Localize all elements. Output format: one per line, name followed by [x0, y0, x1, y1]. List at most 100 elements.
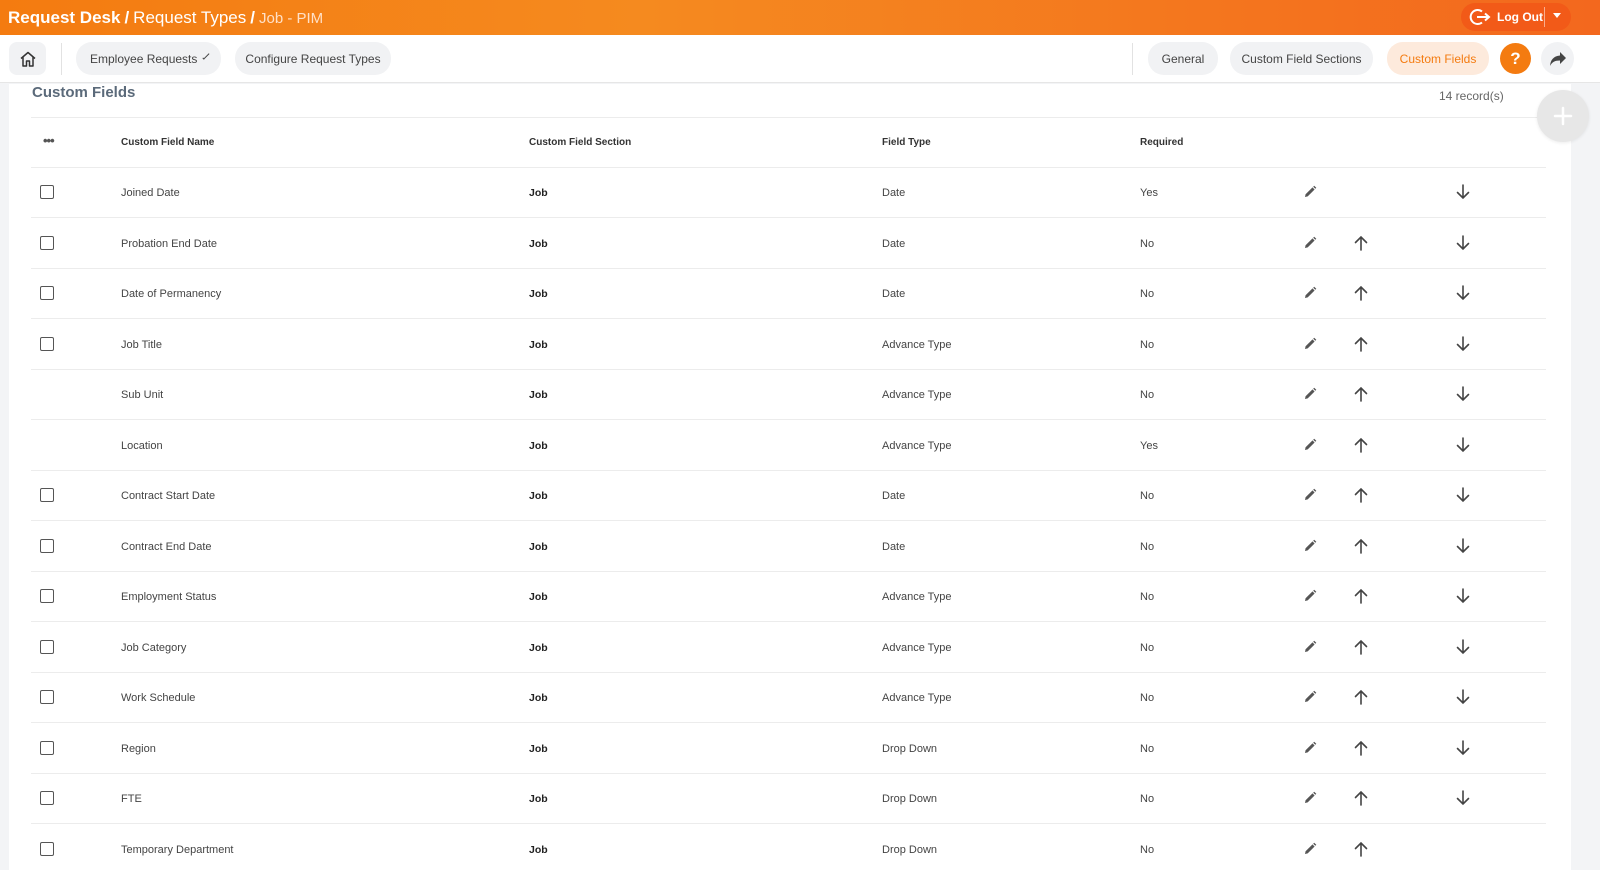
- pencil-icon[interactable]: [1300, 485, 1320, 505]
- table-row[interactable]: FTE Job Drop Down No: [31, 774, 1546, 824]
- arrow-up-icon[interactable]: [1351, 839, 1371, 859]
- row-checkbox[interactable]: [40, 841, 54, 856]
- logout-button[interactable]: Log Out: [1461, 3, 1571, 31]
- tab-custom-fields[interactable]: Custom Fields: [1387, 42, 1489, 75]
- cell-field-name: Joined Date: [121, 187, 180, 199]
- pencil-icon[interactable]: [1300, 435, 1320, 455]
- arrow-up-icon[interactable]: [1351, 536, 1371, 556]
- table-row[interactable]: Job Category Job Advance Type No: [31, 623, 1546, 673]
- arrow-down-icon[interactable]: [1453, 637, 1473, 657]
- pencil-icon[interactable]: [1300, 536, 1320, 556]
- arrow-up-icon[interactable]: [1351, 334, 1371, 354]
- table-row[interactable]: Sub Unit Job Advance Type No: [31, 370, 1546, 420]
- arrow-up-icon[interactable]: [1351, 687, 1371, 707]
- pencil-icon[interactable]: [1300, 839, 1320, 859]
- cell-required: No: [1140, 793, 1155, 805]
- table-row[interactable]: Job Title Job Advance Type No: [31, 320, 1546, 370]
- table-row[interactable]: Employment Status Job Advance Type No: [31, 572, 1546, 622]
- arrow-up-icon[interactable]: [1351, 233, 1371, 253]
- arrow-down-icon[interactable]: [1453, 283, 1473, 303]
- arrow-up-icon[interactable]: [1351, 586, 1371, 606]
- cell-field-name: Temporary Department: [121, 843, 234, 856]
- row-checkbox[interactable]: [40, 286, 54, 300]
- arrow-down-icon[interactable]: [1453, 586, 1473, 606]
- cell-field-type: Date: [882, 540, 906, 553]
- arrow-down-icon[interactable]: [1453, 485, 1473, 505]
- arrow-down-icon[interactable]: [1453, 233, 1473, 253]
- arrow-up-icon[interactable]: [1351, 788, 1371, 808]
- help-button[interactable]: ?: [1500, 43, 1531, 74]
- pencil-icon[interactable]: [1300, 738, 1320, 758]
- tab-general[interactable]: General: [1148, 42, 1218, 75]
- cell-field-type: Advance Type: [882, 439, 952, 452]
- table-row[interactable]: Location Job Advance Type Yes: [31, 421, 1546, 471]
- arrow-down-icon[interactable]: [1453, 738, 1473, 758]
- pencil-icon[interactable]: [1300, 334, 1320, 354]
- pencil-icon[interactable]: [1300, 233, 1320, 253]
- table-row[interactable]: Joined Date Job Date Yes: [31, 168, 1546, 218]
- breadcrumb-separator: /: [250, 7, 255, 27]
- record-count: 14 record(s): [1439, 89, 1504, 103]
- home-icon: [20, 51, 35, 67]
- arrow-down-icon[interactable]: [1453, 334, 1473, 354]
- pencil-icon[interactable]: [1300, 788, 1320, 808]
- row-checkbox[interactable]: [40, 740, 54, 755]
- pencil-icon[interactable]: [1300, 687, 1320, 707]
- cell-field-name: Region: [121, 742, 156, 755]
- row-checkbox[interactable]: [40, 589, 54, 603]
- cell-required: No: [1140, 742, 1155, 755]
- pencil-icon[interactable]: [1300, 182, 1320, 202]
- arrow-down-icon[interactable]: [1453, 384, 1473, 404]
- cell-field-type: Advance Type: [882, 389, 952, 401]
- arrow-up-icon[interactable]: [1351, 637, 1371, 657]
- plus-icon: [1553, 106, 1573, 126]
- row-checkbox[interactable]: [40, 235, 54, 250]
- row-checkbox[interactable]: [40, 791, 54, 805]
- table-row[interactable]: Work Schedule Job Advance Type No: [31, 673, 1546, 723]
- employee-requests-menu[interactable]: Employee Requests: [76, 42, 221, 75]
- table-row[interactable]: Contract End Date Job Date No: [31, 522, 1546, 572]
- breadcrumb-request-types[interactable]: Request Types: [133, 8, 246, 27]
- pencil-icon[interactable]: [1300, 637, 1320, 657]
- cell-field-name: Contract Start Date: [121, 490, 216, 502]
- table-row[interactable]: Probation End Date Job Date No: [31, 219, 1546, 269]
- row-checkbox[interactable]: [40, 639, 54, 654]
- arrow-up-icon[interactable]: [1351, 384, 1371, 404]
- configure-request-types-button[interactable]: Configure Request Types: [235, 42, 391, 75]
- arrow-down-icon[interactable]: [1453, 687, 1473, 707]
- table-row[interactable]: Date of Permanency Job Date No: [31, 269, 1546, 319]
- cell-field-section: Job: [529, 641, 548, 654]
- caret-down-icon[interactable]: [1553, 13, 1561, 18]
- row-checkbox[interactable]: [40, 690, 54, 704]
- pencil-icon[interactable]: [1300, 384, 1320, 404]
- arrow-up-icon[interactable]: [1351, 485, 1371, 505]
- pencil-icon[interactable]: [1300, 586, 1320, 606]
- arrow-down-icon[interactable]: [1453, 788, 1473, 808]
- table-row[interactable]: Temporary Department Job Drop Down No: [31, 825, 1546, 870]
- tab-custom-fields-label: Custom Fields: [1399, 51, 1477, 66]
- cell-field-section: Job: [529, 793, 548, 805]
- arrow-down-icon[interactable]: [1453, 182, 1473, 202]
- share-button[interactable]: [1541, 42, 1574, 75]
- cell-field-section: Job: [529, 742, 548, 755]
- arrow-down-icon[interactable]: [1453, 536, 1473, 556]
- arrow-up-icon[interactable]: [1351, 738, 1371, 758]
- table-row[interactable]: Contract Start Date Job Date No: [31, 471, 1546, 521]
- row-checkbox[interactable]: [40, 185, 54, 199]
- arrow-up-icon[interactable]: [1351, 283, 1371, 303]
- row-checkbox[interactable]: [40, 336, 54, 351]
- tab-custom-field-sections[interactable]: Custom Field Sections: [1230, 42, 1373, 75]
- table-row[interactable]: Region Job Drop Down No: [31, 724, 1546, 774]
- add-button[interactable]: [1537, 90, 1589, 142]
- arrow-up-icon[interactable]: [1351, 435, 1371, 455]
- arrow-down-icon[interactable]: [1453, 435, 1473, 455]
- row-checkbox[interactable]: [40, 538, 54, 553]
- cell-field-name: Job Category: [121, 641, 187, 654]
- cell-field-section: Job: [529, 237, 548, 250]
- cell-field-section: Job: [529, 843, 548, 856]
- pencil-icon[interactable]: [1300, 283, 1320, 303]
- home-button[interactable]: [9, 42, 46, 75]
- more-options-icon[interactable]: •••: [43, 133, 55, 148]
- breadcrumb-request-desk[interactable]: Request Desk: [8, 8, 120, 27]
- row-checkbox[interactable]: [40, 488, 54, 502]
